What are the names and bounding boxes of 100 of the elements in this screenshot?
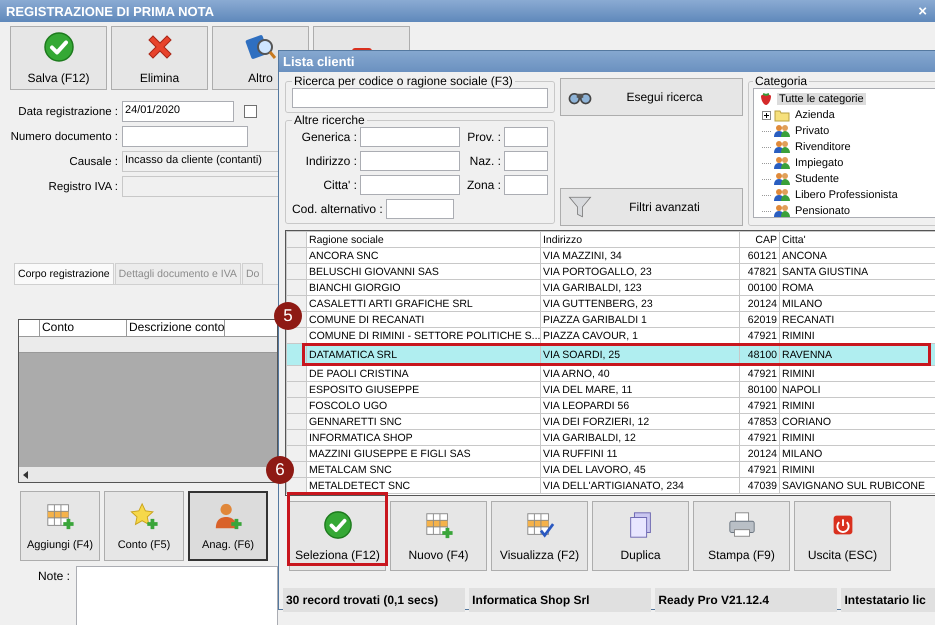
column-header[interactable]: Citta' (780, 232, 935, 248)
group-title: Categoria (754, 74, 808, 88)
input-field[interactable] (122, 176, 278, 197)
column-header[interactable]: CAP (740, 232, 780, 248)
action-button[interactable]: Duplica (592, 501, 689, 571)
table-row[interactable]: MAZZINI GIUSEPPE E FIGLI SAS VIA RUFFINI 11 20124 MILANO (286, 446, 935, 462)
tree-item[interactable]: Pensionato (793, 205, 852, 217)
table-cell: VIA GUTTENBERG, 23 (540, 296, 740, 312)
table-cell: 62019 (740, 312, 780, 328)
table-cell: VIA GARIBALDI, 123 (540, 280, 740, 296)
table-cell: ESPOSITO GIUSEPPE (306, 382, 540, 398)
tree-item[interactable]: Azienda (793, 109, 837, 121)
tree-item[interactable]: Studente (793, 173, 842, 185)
status-text: Intestatario lic (841, 588, 935, 612)
table-cell: 47921 (740, 462, 780, 478)
table-cell: VIA DELL'ARTIGIANATO, 234 (540, 478, 740, 494)
action-button[interactable]: Aggiungi (F4) (20, 491, 100, 561)
column-header: Conto (40, 320, 127, 336)
table-cell: 47821 (740, 264, 780, 280)
field-label: Generica : (302, 130, 357, 144)
action-button[interactable]: Conto (F5) (104, 491, 184, 561)
tree-item[interactable]: Rivenditore (793, 141, 853, 153)
table-cell: METALCAM SNC (306, 462, 540, 478)
table-row[interactable]: GENNARETTI SNC VIA DEI FORZIERI, 12 47853 CORIANO (286, 414, 935, 430)
table-row[interactable]: BIANCHI GIORGIO VIA GARIBALDI, 123 00100 ROMA (286, 280, 935, 296)
people-icon (774, 204, 790, 217)
folder-icon (774, 108, 790, 122)
funnel-icon (567, 194, 593, 220)
field-label: Naz. : (470, 154, 501, 168)
action-button[interactable]: Anag. (F6) (188, 491, 268, 561)
table-row[interactable]: DE PAOLI CRISTINA VIA ARNO, 40 47921 RIMINI (286, 366, 935, 382)
field-label: Citta' : (323, 178, 357, 192)
toolbar-button[interactable]: Elimina (111, 26, 208, 90)
input-field[interactable] (504, 127, 548, 147)
input-field[interactable] (360, 127, 460, 147)
table-row[interactable]: DATAMATICA SRL VIA SOARDI, 25 48100 RAVENNA (286, 344, 935, 366)
table-row[interactable]: ANCORA SNC VIA MAZZINI, 34 60121 ANCONA (286, 248, 935, 264)
table-cell: VIA DEL MARE, 11 (540, 382, 740, 398)
status-text: Ready Pro V21.12.4 (655, 588, 838, 612)
action-button[interactable]: Nuovo (F4) (390, 501, 487, 571)
toolbar-button[interactable]: Filtri avanzati (560, 188, 743, 226)
field-label: Note : (38, 569, 70, 583)
column-header[interactable]: Ragione sociale (306, 232, 540, 248)
note-field[interactable] (76, 566, 278, 625)
table-cell: 20124 (740, 446, 780, 462)
table-cell: PIAZZA CAVOUR, 1 (540, 328, 740, 344)
table-cell: 60121 (740, 248, 780, 264)
star-plus-icon (129, 501, 159, 531)
action-button[interactable]: Uscita (ESC) (794, 501, 891, 571)
grid-row[interactable] (19, 337, 277, 353)
tree-item[interactable]: Privato (793, 125, 832, 137)
table-cell: MAZZINI GIUSEPPE E FIGLI SAS (306, 446, 540, 462)
action-button[interactable]: Stampa (F9) (693, 501, 790, 571)
input-field[interactable] (386, 199, 454, 219)
table-cell: CASALETTI ARTI GRAFICHE SRL (306, 296, 540, 312)
tree-item[interactable]: Impiegato (793, 157, 846, 169)
table-cell: 20124 (740, 296, 780, 312)
table-cell: VIA ARNO, 40 (540, 366, 740, 382)
field-label: Registro IVA : (48, 180, 118, 192)
action-button[interactable]: Seleziona (F12) (289, 501, 386, 571)
table-row[interactable]: FOSCOLO UGO VIA LEOPARDI 56 47921 RIMINI (286, 398, 935, 414)
column-header[interactable]: Indirizzo (540, 232, 740, 248)
action-button[interactable]: Visualizza (F2) (491, 501, 588, 571)
table-cell: VIA PORTOGALLO, 23 (540, 264, 740, 280)
input-field[interactable] (360, 175, 460, 195)
table-row[interactable]: ESPOSITO GIUSEPPE VIA DEL MARE, 11 80100 NAPOLI (286, 382, 935, 398)
people-icon (774, 140, 790, 154)
group-title: Altre ricerche (293, 113, 366, 127)
tree-item[interactable]: Tutte le categorie (777, 93, 866, 105)
search-field[interactable] (292, 88, 548, 108)
expand-icon[interactable] (762, 110, 771, 120)
table-row[interactable]: INFORMATICA SHOP VIA GARIBALDI, 12 47921 RIMINI (286, 430, 935, 446)
tab[interactable]: Corpo registrazione (14, 263, 114, 284)
people-icon (774, 124, 790, 138)
table-cell: COMUNE DI RECANATI (306, 312, 540, 328)
input-field[interactable]: 24/01/2020 (122, 101, 234, 122)
people-icon (774, 172, 790, 186)
strawberry-icon (758, 92, 774, 106)
window-title: REGISTRAZIONE DI PRIMA NOTA (6, 4, 214, 18)
table-cell: 80100 (740, 382, 780, 398)
table-row[interactable]: COMUNE DI RIMINI - SETTORE POLITICHE S... PIAZZA CAVOUR, 1 47921 RIMINI (286, 328, 935, 344)
table-row[interactable]: BELUSCHI GIOVANNI SAS VIA PORTOGALLO, 23 47821 SANTA GIUSTINA (286, 264, 935, 280)
table-row[interactable]: METALDETECT SNC VIA DELL'ARTIGIANATO, 234 47039 SAVIGNANO SUL RUBICONE (286, 478, 935, 494)
input-field[interactable]: Incasso da cliente (contanti) (122, 151, 278, 172)
input-field[interactable] (122, 126, 248, 147)
toolbar-button[interactable]: Esegui ricerca (560, 78, 743, 116)
table-cell: ANCORA SNC (306, 248, 540, 264)
column-header: Descrizione conto (127, 320, 226, 336)
check-icon (42, 31, 74, 63)
table-cell: VIA DEI FORZIERI, 12 (540, 414, 740, 430)
input-field[interactable] (504, 151, 548, 171)
input-field[interactable] (504, 175, 548, 195)
tree-item[interactable]: Libero Professionista (793, 189, 900, 201)
checkbox[interactable] (244, 105, 257, 118)
status-text: 30 record trovati (0,1 secs) (283, 588, 466, 612)
table-cell: DE PAOLI CRISTINA (306, 366, 540, 382)
field-label: Cod. alternativo : (292, 202, 383, 216)
table-cell: PIAZZA GARIBALDI 1 (540, 312, 740, 328)
toolbar-button[interactable]: Salva (F12) (10, 26, 107, 90)
input-field[interactable] (360, 151, 460, 171)
